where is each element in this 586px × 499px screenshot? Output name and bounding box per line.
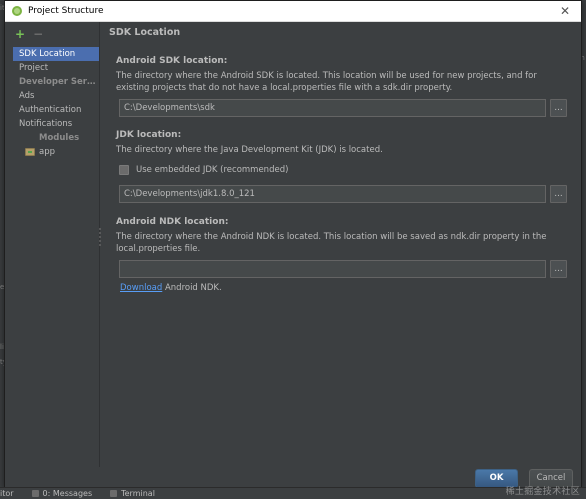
- android-ndk-description: The directory where the Android NDK is l…: [116, 232, 547, 254]
- android-sdk-section: Android SDK location: The directory wher…: [116, 56, 566, 94]
- android-ndk-path-field[interactable]: [119, 260, 546, 278]
- use-embedded-jdk-label: Use embedded JDK (recommended): [136, 165, 289, 175]
- ndk-download-row: Download Android NDK.: [120, 283, 222, 293]
- android-sdk-browse-button[interactable]: ...: [550, 99, 567, 117]
- messages-label: 0: Messages: [42, 489, 93, 498]
- sidebar-item-sdk-location[interactable]: SDK Location: [13, 47, 99, 61]
- remove-icon[interactable]: −: [33, 28, 43, 40]
- android-ndk-title: Android NDK location:: [116, 217, 229, 227]
- use-embedded-jdk-checkbox[interactable]: [119, 165, 129, 175]
- sidebar-item-authentication[interactable]: Authentication: [13, 103, 99, 117]
- project-structure-dialog: Project Structure ✕ + − SDK Location Pro…: [4, 0, 582, 490]
- close-icon[interactable]: ✕: [556, 2, 574, 20]
- add-icon[interactable]: +: [15, 28, 25, 40]
- dialog-title: Project Structure: [28, 6, 104, 16]
- jdk-title: JDK location:: [116, 130, 182, 140]
- sidebar-list: SDK Location Project Developer Servic...…: [13, 47, 99, 159]
- folder-icon: [25, 148, 35, 156]
- android-sdk-path-field[interactable]: C:\Developments\sdk: [119, 99, 546, 117]
- sidebar-group-modules: Modules: [39, 133, 80, 143]
- use-embedded-jdk-row[interactable]: Use embedded JDK (recommended): [119, 164, 288, 176]
- sidebar-item-notifications[interactable]: Notifications: [13, 117, 99, 131]
- messages-tool-window-button[interactable]: 0: Messages: [31, 489, 93, 498]
- terminal-icon: [110, 490, 118, 497]
- background-bottom-toolbar: itor 0: Messages Terminal: [0, 487, 586, 499]
- screenshot-root: iti er li ty m s Project Structure ✕ + −…: [0, 0, 586, 499]
- jdk-description: The directory where the Java Development…: [116, 145, 383, 155]
- cancel-button[interactable]: Cancel: [529, 469, 573, 488]
- messages-icon: [31, 490, 39, 497]
- download-ndk-link[interactable]: Download: [120, 283, 162, 293]
- android-sdk-description: The directory where the Android SDK is l…: [116, 71, 537, 93]
- jdk-path-row: C:\Developments\jdk1.8.0_121 ...: [119, 185, 568, 203]
- sidebar-item-app[interactable]: app: [13, 145, 99, 159]
- dialog-titlebar: Project Structure ✕: [5, 1, 581, 22]
- dialog-content: + − SDK Location Project Developer Servi…: [5, 22, 581, 467]
- terminal-tool-window-button[interactable]: Terminal: [110, 489, 155, 498]
- android-ndk-section: Android NDK location: The directory wher…: [116, 217, 566, 255]
- sidebar-toolbar: + −: [15, 28, 43, 40]
- ok-button[interactable]: OK: [475, 469, 518, 488]
- jdk-path-field[interactable]: C:\Developments\jdk1.8.0_121: [119, 185, 546, 203]
- android-sdk-title: Android SDK location:: [116, 56, 228, 66]
- sidebar-item-label: app: [39, 147, 55, 157]
- android-icon: [12, 6, 22, 16]
- sdk-location-panel: SDK Location Android SDK location: The d…: [101, 22, 581, 467]
- jdk-section: JDK location: The directory where the Ja…: [116, 130, 566, 156]
- android-ndk-path-row: ...: [119, 260, 568, 278]
- background-bottom-left-fragment: itor: [0, 489, 14, 498]
- background-bottom-left-label: itor: [0, 489, 14, 498]
- jdk-browse-button[interactable]: ...: [550, 185, 567, 203]
- panel-title: SDK Location: [109, 27, 181, 38]
- sidebar-item-ads[interactable]: Ads: [13, 89, 99, 103]
- sidebar-header-developer-services[interactable]: Developer Servic...: [13, 75, 99, 89]
- android-sdk-path-row: C:\Developments\sdk ...: [119, 99, 568, 117]
- sidebar-item-project[interactable]: Project: [13, 61, 99, 75]
- terminal-label: Terminal: [121, 489, 155, 498]
- download-ndk-suffix: Android NDK.: [162, 283, 222, 293]
- sidebar: + − SDK Location Project Developer Servi…: [5, 22, 100, 467]
- android-ndk-browse-button[interactable]: ...: [550, 260, 567, 278]
